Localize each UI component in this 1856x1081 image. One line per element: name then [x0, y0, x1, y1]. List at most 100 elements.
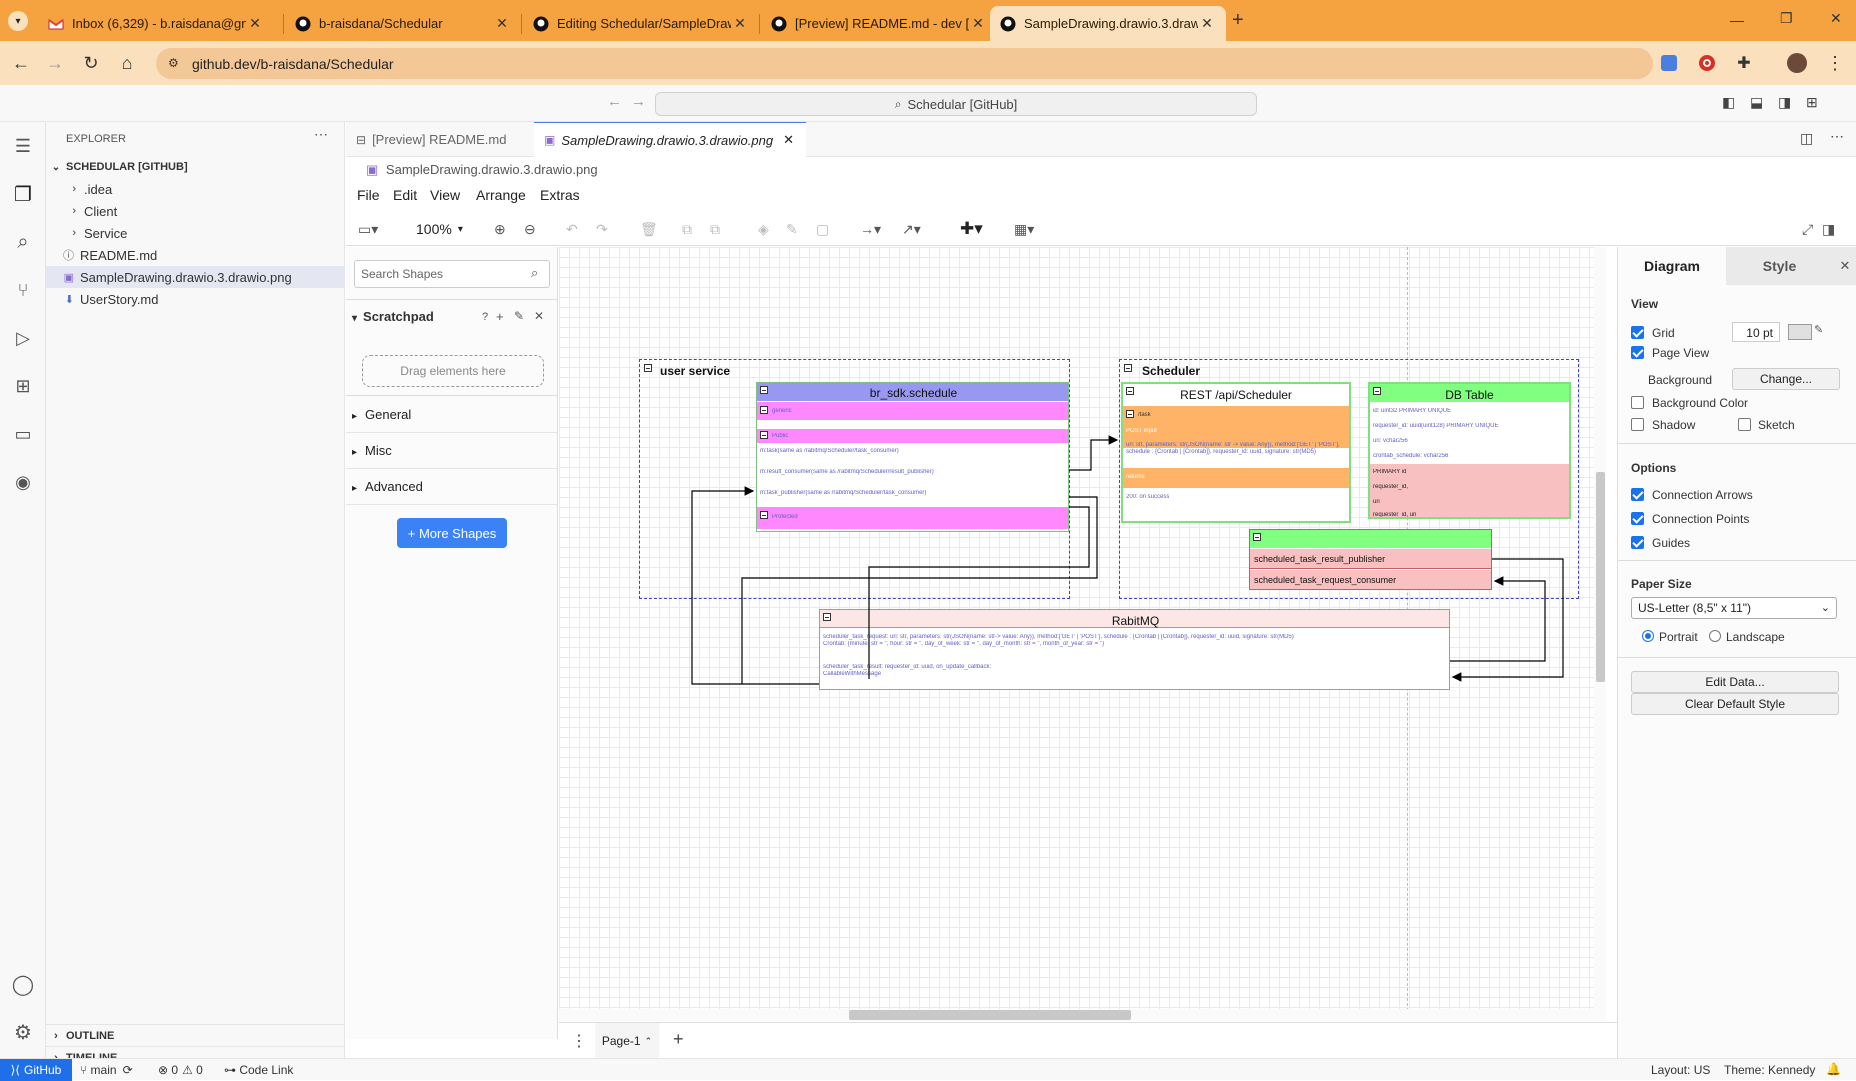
landscape-radio[interactable]	[1709, 630, 1721, 642]
minimize-icon[interactable]: —	[1730, 12, 1744, 28]
tab-search-icon[interactable]: ▾	[8, 11, 28, 31]
nav-forward-icon[interactable]: →	[631, 93, 646, 110]
zoom-in-icon[interactable]: ⊕	[494, 218, 506, 240]
connector-line[interactable]	[1451, 558, 1564, 682]
page-tab[interactable]: Page-1 ⌃	[595, 1023, 659, 1059]
plus-icon[interactable]: +	[496, 309, 504, 324]
line-color-icon[interactable]: ✎	[786, 218, 798, 240]
library-advanced[interactable]: ▸ Advanced	[352, 479, 423, 494]
connector-line[interactable]	[1069, 435, 1119, 471]
github-icon[interactable]: ◉	[9, 468, 37, 496]
menu-extras[interactable]: Extras	[540, 187, 580, 203]
tree-item-userstory[interactable]: ⬇ UserStory.md	[46, 288, 345, 310]
more-actions-icon[interactable]: ⋯	[1830, 128, 1844, 145]
pages-menu-icon[interactable]: ⋮	[571, 1031, 587, 1051]
layout-indicator[interactable]: Layout: US	[1651, 1063, 1710, 1077]
reload-icon[interactable]: ↻	[78, 50, 104, 76]
record-icon[interactable]	[1694, 50, 1720, 76]
explorer-root[interactable]: ⌄ SCHEDULAR [GITHUB]	[46, 156, 345, 178]
menu-arrange[interactable]: Arrange	[476, 187, 526, 203]
edit-data-button[interactable]: Edit Data...	[1631, 671, 1839, 693]
close-icon[interactable]: ✕	[493, 15, 511, 32]
theme-indicator[interactable]: Theme: Kennedy	[1724, 1063, 1815, 1077]
menu-icon[interactable]: ☰	[9, 132, 37, 160]
grid-size-input[interactable]: 10 pt	[1732, 322, 1780, 342]
menu-file[interactable]: File	[357, 187, 380, 203]
library-general[interactable]: ▸ General	[352, 407, 411, 422]
tree-item-service[interactable]: › Service	[46, 222, 345, 244]
toggle-panel-icon[interactable]: ⬓	[1750, 94, 1763, 111]
connector-line[interactable]	[868, 506, 1090, 679]
browser-tab-drawing[interactable]: SampleDrawing.drawio.3.drawi ✕	[990, 6, 1226, 41]
undo-icon[interactable]: ↶	[566, 218, 578, 240]
browser-tab-editing[interactable]: Editing Schedular/SampleDraw ✕	[523, 6, 759, 41]
grid-color-swatch[interactable]	[1788, 324, 1812, 340]
connection-points-checkbox[interactable]	[1631, 512, 1644, 525]
account-icon[interactable]: ◯	[9, 970, 37, 998]
restore-icon[interactable]: ❐	[1780, 10, 1793, 27]
close-icon[interactable]: ✕	[969, 15, 987, 32]
search-icon[interactable]: ⌕	[9, 228, 37, 256]
tree-item-sampledrawing[interactable]: ▣ SampleDrawing.drawio.3.drawio.png	[46, 266, 345, 288]
redo-icon[interactable]: ↷	[596, 218, 608, 240]
forward-arrow-icon[interactable]: →	[42, 50, 68, 76]
close-icon[interactable]: ✕	[246, 15, 264, 32]
connection-arrows-checkbox[interactable]	[1631, 488, 1644, 501]
menu-view[interactable]: View	[430, 187, 460, 203]
edit-icon[interactable]: ✎	[1814, 323, 1823, 336]
diagram-canvas[interactable]: user service Scheduler br_sdk.schedule g…	[559, 247, 1606, 1021]
tab-diagram[interactable]: Diagram	[1618, 247, 1726, 285]
close-icon[interactable]: ✕	[731, 15, 749, 32]
fullscreen-icon[interactable]: ⤢	[1802, 218, 1813, 240]
browser-tab-preview[interactable]: [Preview] README.md - dev [G ✕	[761, 6, 997, 41]
run-debug-icon[interactable]: ▷	[9, 324, 37, 352]
connector-line[interactable]	[1450, 576, 1546, 662]
background-color-checkbox[interactable]	[1631, 396, 1644, 409]
library-misc[interactable]: ▸ Misc	[352, 443, 392, 458]
extensions-icon[interactable]: ⊞	[9, 372, 37, 400]
close-icon[interactable]: ✕	[1198, 15, 1216, 32]
shadow-icon[interactable]: ▢	[816, 218, 829, 240]
home-icon[interactable]: ⌂	[114, 50, 140, 76]
gear-icon[interactable]: ⚙	[9, 1018, 37, 1046]
insert-icon[interactable]: ✚▾	[960, 218, 983, 240]
sketch-checkbox[interactable]	[1738, 418, 1751, 431]
tab-style[interactable]: Style	[1726, 247, 1833, 285]
code-link-indicator[interactable]: ⊶ Code Link	[224, 1063, 293, 1077]
site-info-icon[interactable]: ⚙	[168, 56, 179, 70]
close-icon[interactable]: ✕	[783, 132, 794, 148]
remote-indicator[interactable]: ⟩⟨ GitHub	[0, 1059, 72, 1081]
delete-icon[interactable]: 🗑	[640, 218, 658, 240]
clear-default-style-button[interactable]: Clear Default Style	[1631, 693, 1839, 715]
fill-color-icon[interactable]: ◈	[758, 218, 769, 240]
command-center[interactable]: ⌕ Schedular [GitHub]	[655, 92, 1257, 116]
portrait-radio[interactable]	[1642, 630, 1654, 642]
edit-icon[interactable]: ✎	[514, 309, 524, 323]
paper-size-select[interactable]: US-Letter (8,5" x 11") ⌄	[1631, 597, 1837, 619]
problems-indicator[interactable]: ⊗ 0 ⚠ 0	[158, 1063, 203, 1077]
connector-line[interactable]	[741, 496, 1098, 684]
more-shapes-button[interactable]: + More Shapes	[397, 518, 507, 548]
scratchpad-dropzone[interactable]: Drag elements here	[362, 355, 544, 387]
browser-tab-gmail[interactable]: Inbox (6,329) - b.raisdana@gm ✕	[38, 6, 274, 41]
change-background-button[interactable]: Change...	[1732, 368, 1840, 390]
shadow-checkbox[interactable]	[1631, 418, 1644, 431]
format-panel-icon[interactable]: ▭▾	[358, 218, 378, 240]
search-icon[interactable]: ⌕	[531, 265, 538, 281]
nav-back-icon[interactable]: ←	[607, 93, 622, 110]
connection-icon[interactable]: →▾	[860, 218, 881, 240]
tree-item-client[interactable]: › Client	[46, 200, 345, 222]
close-icon[interactable]: ✕	[534, 309, 544, 323]
to-back-icon[interactable]: ⧉	[710, 218, 720, 240]
menu-edit[interactable]: Edit	[393, 187, 417, 203]
guides-checkbox[interactable]	[1631, 536, 1644, 549]
zoom-out-icon[interactable]: ⊖	[524, 218, 536, 240]
toggle-format-icon[interactable]: ◨	[1822, 218, 1835, 240]
table-icon[interactable]: ▦▾	[1014, 218, 1034, 240]
browser-menu-icon[interactable]: ⋮	[1822, 50, 1848, 76]
split-editor-icon[interactable]: ◫	[1800, 130, 1813, 147]
add-page-button[interactable]: +	[673, 1029, 684, 1050]
translate-icon[interactable]	[1656, 50, 1682, 76]
toggle-sidebar-icon[interactable]: ◧	[1722, 94, 1735, 111]
editor-tab-readme-preview[interactable]: ⊟ [Preview] README.md	[346, 122, 534, 157]
